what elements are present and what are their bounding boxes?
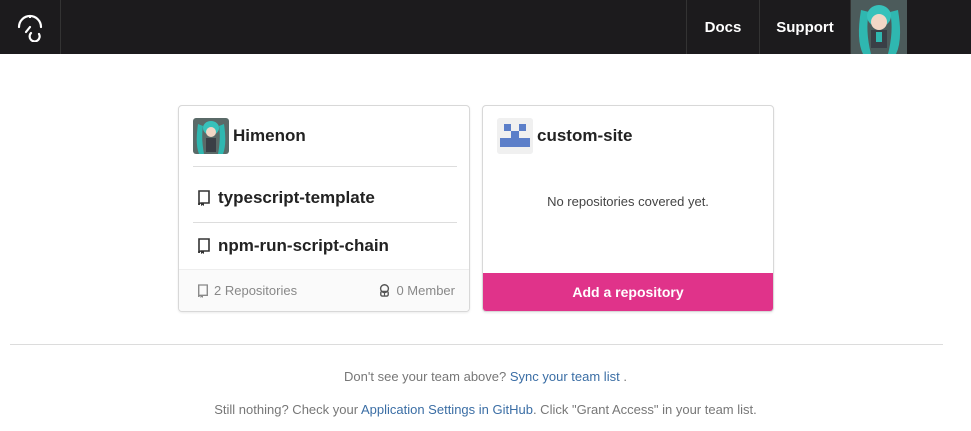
team-card-himenon[interactable]: Himenon typescript-template npm-run-scri… bbox=[178, 105, 470, 312]
umbrella-logo-icon bbox=[17, 14, 43, 42]
sync-team-list-link[interactable]: Sync your team list bbox=[510, 369, 620, 384]
repo-icon bbox=[198, 190, 210, 206]
help-sync-suffix: . bbox=[623, 369, 627, 384]
repo-item-npm-run-script-chain[interactable]: npm-run-script-chain bbox=[193, 222, 457, 270]
member-count-label: 0 Member bbox=[396, 283, 455, 298]
help-sync-prefix: Don't see your team above? bbox=[344, 369, 507, 384]
nav-support-link[interactable]: Support bbox=[759, 0, 850, 54]
team-card-header: custom-site bbox=[497, 116, 632, 156]
add-repository-button[interactable]: Add a repository bbox=[483, 273, 773, 311]
help-settings-line: Still nothing? Check your Application Se… bbox=[0, 402, 971, 417]
member-count: 0 Member bbox=[378, 283, 455, 298]
team-avatar-image bbox=[193, 118, 229, 154]
team-avatar bbox=[497, 118, 533, 154]
repo-icon bbox=[198, 238, 210, 254]
github-settings-link[interactable]: Application Settings in GitHub bbox=[361, 402, 533, 417]
help-settings-suffix: . Click "Grant Access" in your team list… bbox=[532, 402, 757, 417]
user-avatar[interactable] bbox=[850, 0, 907, 54]
empty-repositories-message: No repositories covered yet. bbox=[547, 194, 709, 209]
members-icon bbox=[380, 284, 390, 297]
team-card-custom-site: custom-site No repositories covered yet.… bbox=[482, 105, 774, 312]
help-settings-prefix: Still nothing? Check your bbox=[214, 402, 359, 417]
team-name: custom-site bbox=[537, 126, 633, 145]
repo-icon bbox=[198, 283, 208, 298]
top-navbar: Docs Support bbox=[0, 0, 971, 54]
repo-name: typescript-template bbox=[218, 188, 375, 207]
team-avatar bbox=[193, 118, 229, 154]
brand-logo-link[interactable] bbox=[0, 0, 61, 54]
section-divider bbox=[10, 344, 943, 345]
identicon-avatar bbox=[497, 118, 533, 154]
divider bbox=[193, 166, 457, 167]
user-avatar-image bbox=[851, 0, 907, 54]
repo-count: 2 Repositories bbox=[197, 283, 297, 298]
nav-docs-link[interactable]: Docs bbox=[686, 0, 759, 54]
team-card-footer: 2 Repositories 0 Member bbox=[179, 269, 469, 311]
repo-item-typescript-template[interactable]: typescript-template bbox=[193, 174, 457, 222]
team-name: Himenon bbox=[233, 126, 306, 145]
repo-name: npm-run-script-chain bbox=[218, 236, 389, 255]
repo-count-label: 2 Repositories bbox=[214, 283, 298, 298]
help-sync-line: Don't see your team above? Sync your tea… bbox=[0, 369, 971, 384]
team-card-header: Himenon bbox=[193, 116, 306, 156]
